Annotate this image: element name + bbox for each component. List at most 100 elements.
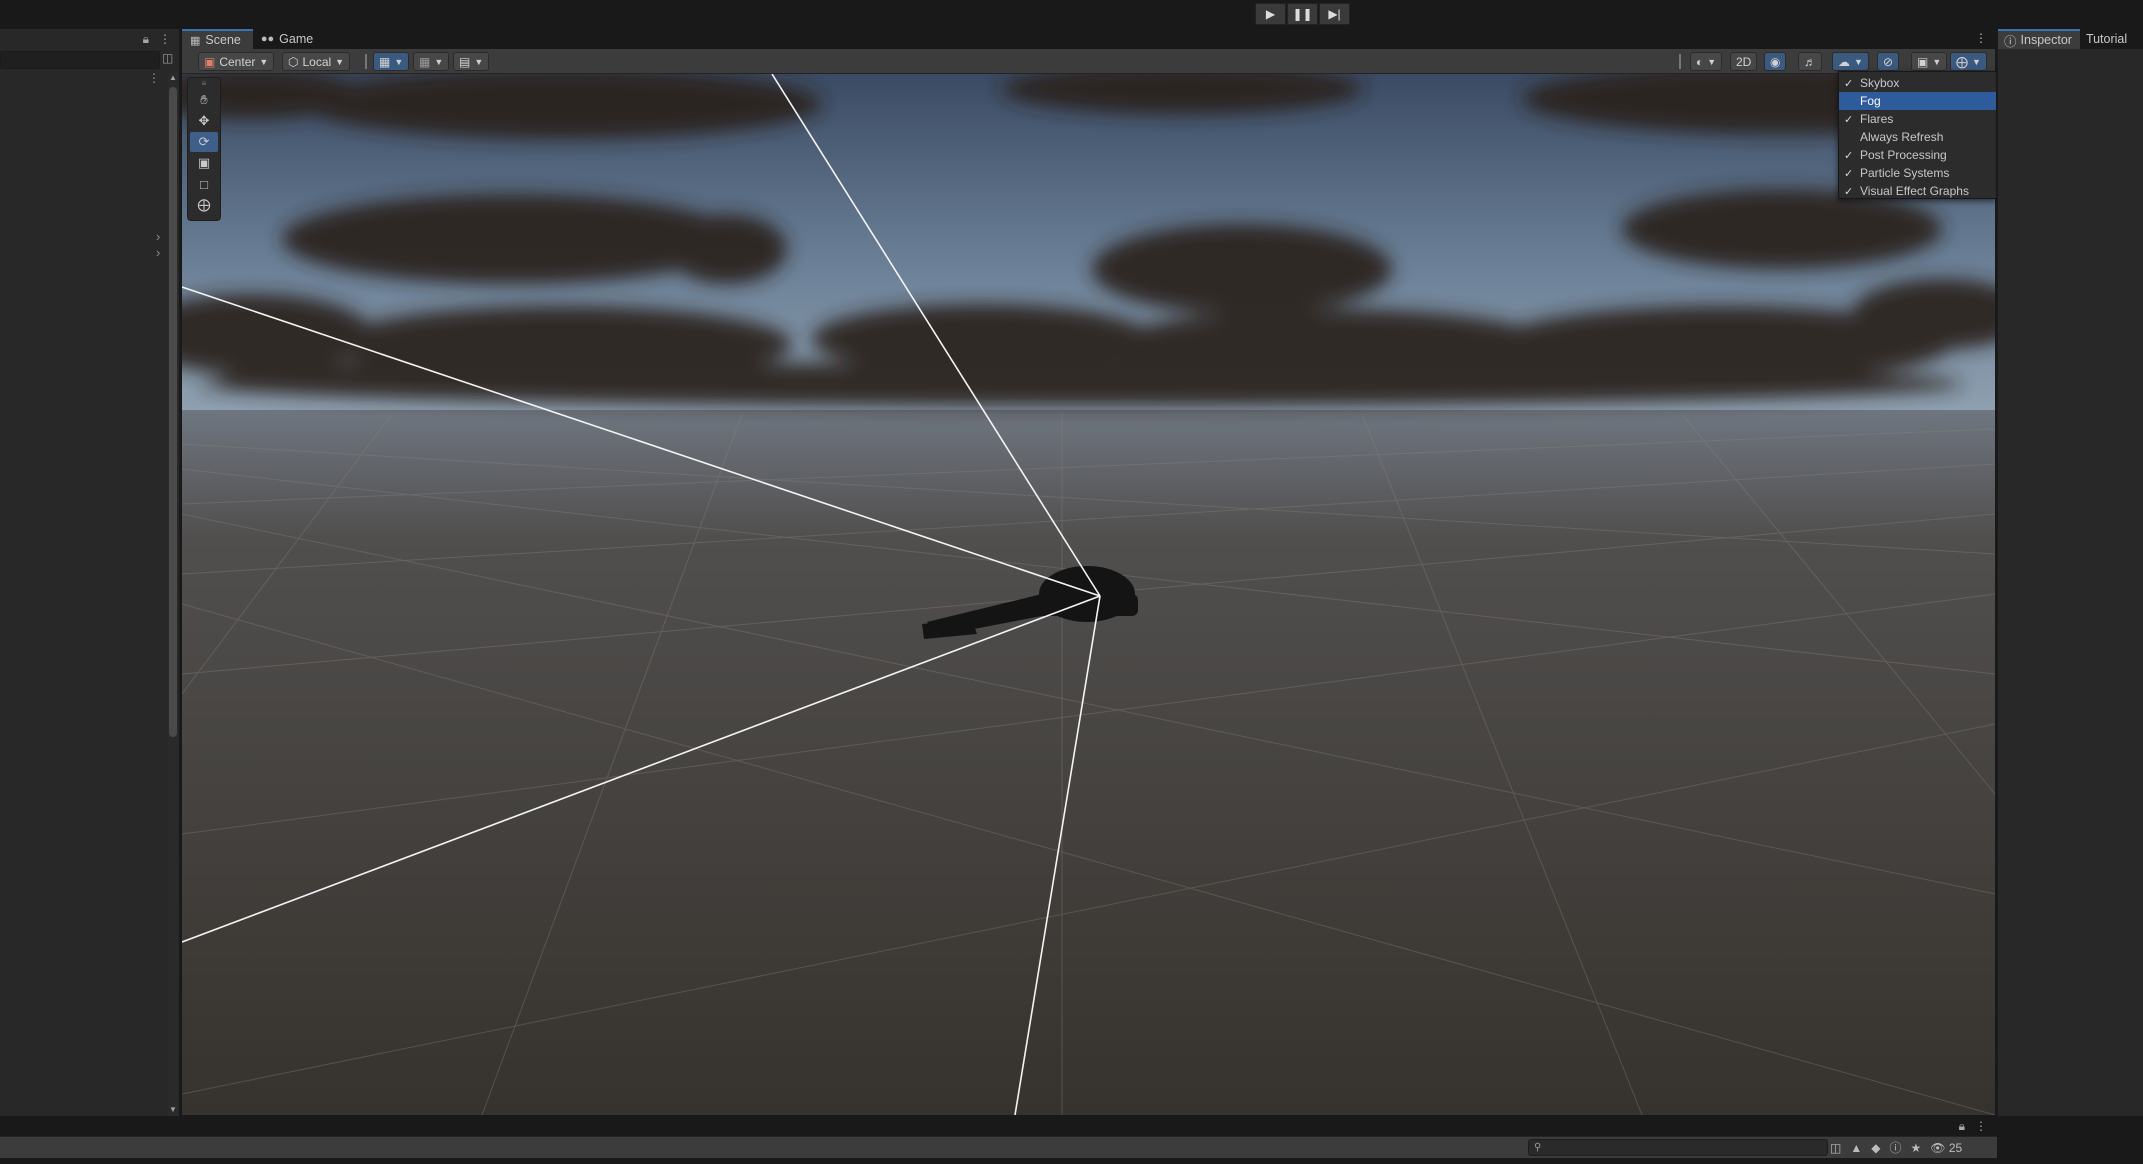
pivot-rotation-label: Local [302, 54, 332, 69]
rotate-tool-button[interactable]: ⟳ [190, 132, 218, 152]
grid-snap-icon: ▦ [379, 54, 391, 69]
camera-icon: ▣ [1917, 54, 1929, 69]
draw-mode-dropdown[interactable]: ◐ ▼ [1690, 52, 1723, 71]
gamepad-icon: ●● [260, 33, 275, 45]
console-toolbar: ⚲ ◫ ▲ ◆ ⓘ ★ 👁︎ 25 [0, 1136, 1997, 1158]
gizmos-dropdown[interactable]: ⨁ ▼ [1950, 52, 1987, 71]
transform-tool-button[interactable]: ⨁ [190, 195, 218, 215]
hand-tool-button[interactable]: ✋︎ [190, 90, 218, 110]
move-tool-button[interactable]: ✥ [190, 111, 218, 131]
eye-slash-icon: ⊘ [1883, 54, 1894, 69]
hierarchy-header: 🔒︎ ⋮ [0, 29, 179, 49]
kebab-menu-icon[interactable]: ⋮ [1975, 31, 1987, 45]
effects-dropdown[interactable]: ☁ ▼ [1832, 52, 1869, 71]
chevron-down-icon: ▼ [474, 56, 484, 67]
pivot-rotation-dropdown[interactable]: ⬡ Local ▼ [282, 52, 351, 71]
transform-icon: ⨁ [197, 197, 211, 212]
hand-icon: ✋︎ [200, 92, 208, 107]
info-icon[interactable]: ⓘ [1889, 1139, 1901, 1156]
scene-search-icon[interactable]: ◫ [162, 51, 173, 65]
chevron-right-icon[interactable]: › [156, 245, 160, 260]
menu-item-skybox[interactable]: ✓ Skybox [1839, 74, 1996, 92]
step-icon: ▶| [1328, 7, 1341, 21]
menu-item-visual-effect-graphs[interactable]: ✓ Visual Effect Graphs [1839, 182, 1996, 200]
pivot-center-icon: ▣ [204, 54, 216, 69]
scene-viewport[interactable] [182, 74, 1995, 1115]
tab-scene[interactable]: ▦ Scene [182, 29, 253, 49]
lock-icon[interactable]: 🔒︎ [1959, 1119, 1965, 1134]
scene-toolbar: ▣ Center ▼ ⬡ Local ▼ ▦ ▼ ▦ ▼ ▤ ▼ ◐ ▼ 2D … [182, 49, 1995, 74]
type-filter-icon[interactable]: ▲ [1850, 1141, 1862, 1155]
tab-scene-label: Scene [205, 33, 241, 47]
audio-toggle[interactable]: ♬ [1798, 52, 1822, 71]
status-bar [0, 1158, 2143, 1164]
scroll-up-icon[interactable]: ▲ [169, 73, 177, 82]
scroll-down-icon[interactable]: ▼ [169, 1105, 177, 1114]
kebab-menu-icon[interactable]: ⋮ [159, 32, 171, 46]
effects-menu: ✓ Skybox Fog ✓ Flares Always Refresh ✓ P… [1838, 71, 1997, 199]
label-filter-icon[interactable]: ◆ [1871, 1141, 1880, 1155]
tab-tutorial[interactable]: Tutorial [2080, 29, 2135, 49]
scrollbar-thumb[interactable] [169, 87, 177, 737]
console-header: 🔒︎ ⋮ [0, 1116, 1997, 1136]
main-toolbar: ▶ ❚❚ ▶| [0, 0, 2143, 29]
star-icon[interactable]: ★ [1910, 1141, 1921, 1155]
pivot-mode-dropdown[interactable]: ▣ Center ▼ [198, 52, 275, 71]
tool-palette: ≡ ✋︎ ✥ ⟳ ▣ □ ⨁ [187, 77, 221, 221]
hierarchy-search-input[interactable] [0, 51, 160, 69]
step-button[interactable]: ▶| [1319, 3, 1350, 25]
mode-2d-toggle[interactable]: 2D [1730, 52, 1758, 71]
menu-item-label: Particle Systems [1860, 166, 1950, 180]
checkmark-icon: ✓ [1844, 113, 1854, 126]
pause-button[interactable]: ❚❚ [1287, 3, 1318, 25]
snap-grid-icon: ▦ [419, 54, 431, 69]
effects-icon: ☁ [1838, 54, 1850, 69]
kebab-menu-icon[interactable]: ⋮ [1975, 1119, 1987, 1133]
chevron-down-icon: ▼ [1932, 56, 1942, 67]
menu-item-label: Flares [1860, 112, 1894, 126]
play-button[interactable]: ▶ [1255, 3, 1286, 25]
menu-item-flares[interactable]: ✓ Flares [1839, 110, 1996, 128]
chevron-down-icon: ▼ [1854, 56, 1863, 67]
tab-inspector[interactable]: ⓘ Inspector [1998, 29, 2080, 49]
menu-item-always-refresh[interactable]: Always Refresh [1839, 128, 1996, 146]
row-menu-icon[interactable]: ⋮ [148, 71, 160, 87]
chevron-down-icon: ▼ [1707, 56, 1717, 67]
menu-item-particle-systems[interactable]: ✓ Particle Systems [1839, 164, 1996, 182]
search-icon: ⚲ [1534, 1142, 1542, 1153]
scale-tool-button[interactable]: ▣ [190, 153, 218, 173]
chevron-down-icon: ▼ [1972, 56, 1981, 67]
scene-render [182, 74, 1995, 1115]
inspector-panel: ⓘ Inspector Tutorial [1997, 29, 2143, 1116]
grid-visibility-dropdown[interactable]: ▤ ▼ [453, 52, 490, 71]
info-icon: ⓘ [2004, 34, 2017, 49]
menu-item-fog[interactable]: Fog [1839, 92, 1996, 110]
console-search-input[interactable]: ⚲ [1528, 1139, 1828, 1156]
right-tab-bar: ⓘ Inspector Tutorial [1998, 29, 2143, 49]
chevron-down-icon: ▼ [335, 56, 345, 67]
scale-icon: ▣ [197, 155, 211, 170]
grip-icon[interactable]: ≡ [190, 80, 218, 89]
menu-item-post-processing[interactable]: ✓ Post Processing [1839, 146, 1996, 164]
scene-visibility-toggle[interactable]: ⊘ [1877, 52, 1900, 71]
grid-snap-dropdown[interactable]: ▦ ▼ [373, 52, 410, 71]
snap-increment-dropdown[interactable]: ▦ ▼ [413, 52, 450, 71]
checkmark-icon: ✓ [1844, 185, 1854, 198]
shading-sphere-icon: ◐ [1696, 54, 1704, 69]
lighting-toggle[interactable]: ◉ [1764, 52, 1787, 71]
camera-dropdown[interactable]: ▣ ▼ [1911, 52, 1948, 71]
rect-icon: □ [200, 176, 208, 192]
rect-tool-button[interactable]: □ [190, 174, 218, 194]
filter-search-icon[interactable]: ◫ [1830, 1141, 1841, 1155]
menu-item-label: Skybox [1860, 76, 1900, 90]
menu-item-label: Fog [1860, 94, 1881, 108]
tab-game[interactable]: ●● Game [253, 29, 325, 49]
visibility-count[interactable]: 👁︎ 25 [1930, 1141, 1962, 1155]
rotate-icon: ⟳ [198, 134, 210, 149]
chevron-right-icon[interactable]: › [156, 229, 160, 244]
lock-icon[interactable]: 🔒︎ [143, 32, 149, 47]
scene-tab-bar: ▦ Scene ●● Game ⋮ [182, 29, 1995, 49]
playmode-controls: ▶ ❚❚ ▶| [1255, 3, 1350, 25]
hierarchy-scrollbar[interactable]: ▲ ▼ [168, 73, 178, 1116]
globe-icon: ⨁ [1956, 54, 1968, 69]
